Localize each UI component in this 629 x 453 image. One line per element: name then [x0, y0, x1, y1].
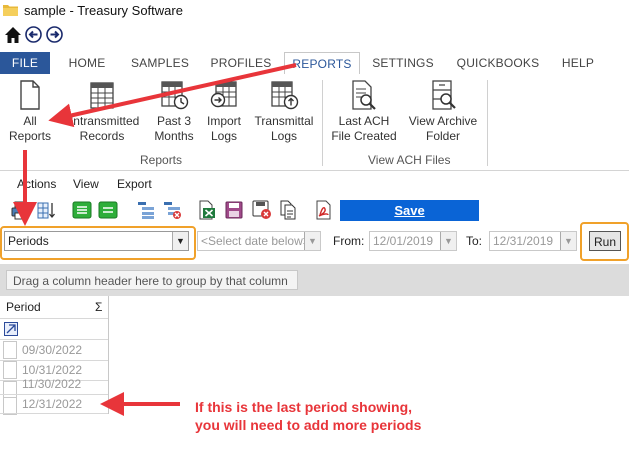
- annotation-arrows: [13, 63, 297, 416]
- annotation-line-1: If this is the last period showing,: [195, 399, 413, 415]
- arrow-to-all-reports: [48, 63, 297, 128]
- annotation-line-2: you will need to add more periods: [195, 417, 422, 433]
